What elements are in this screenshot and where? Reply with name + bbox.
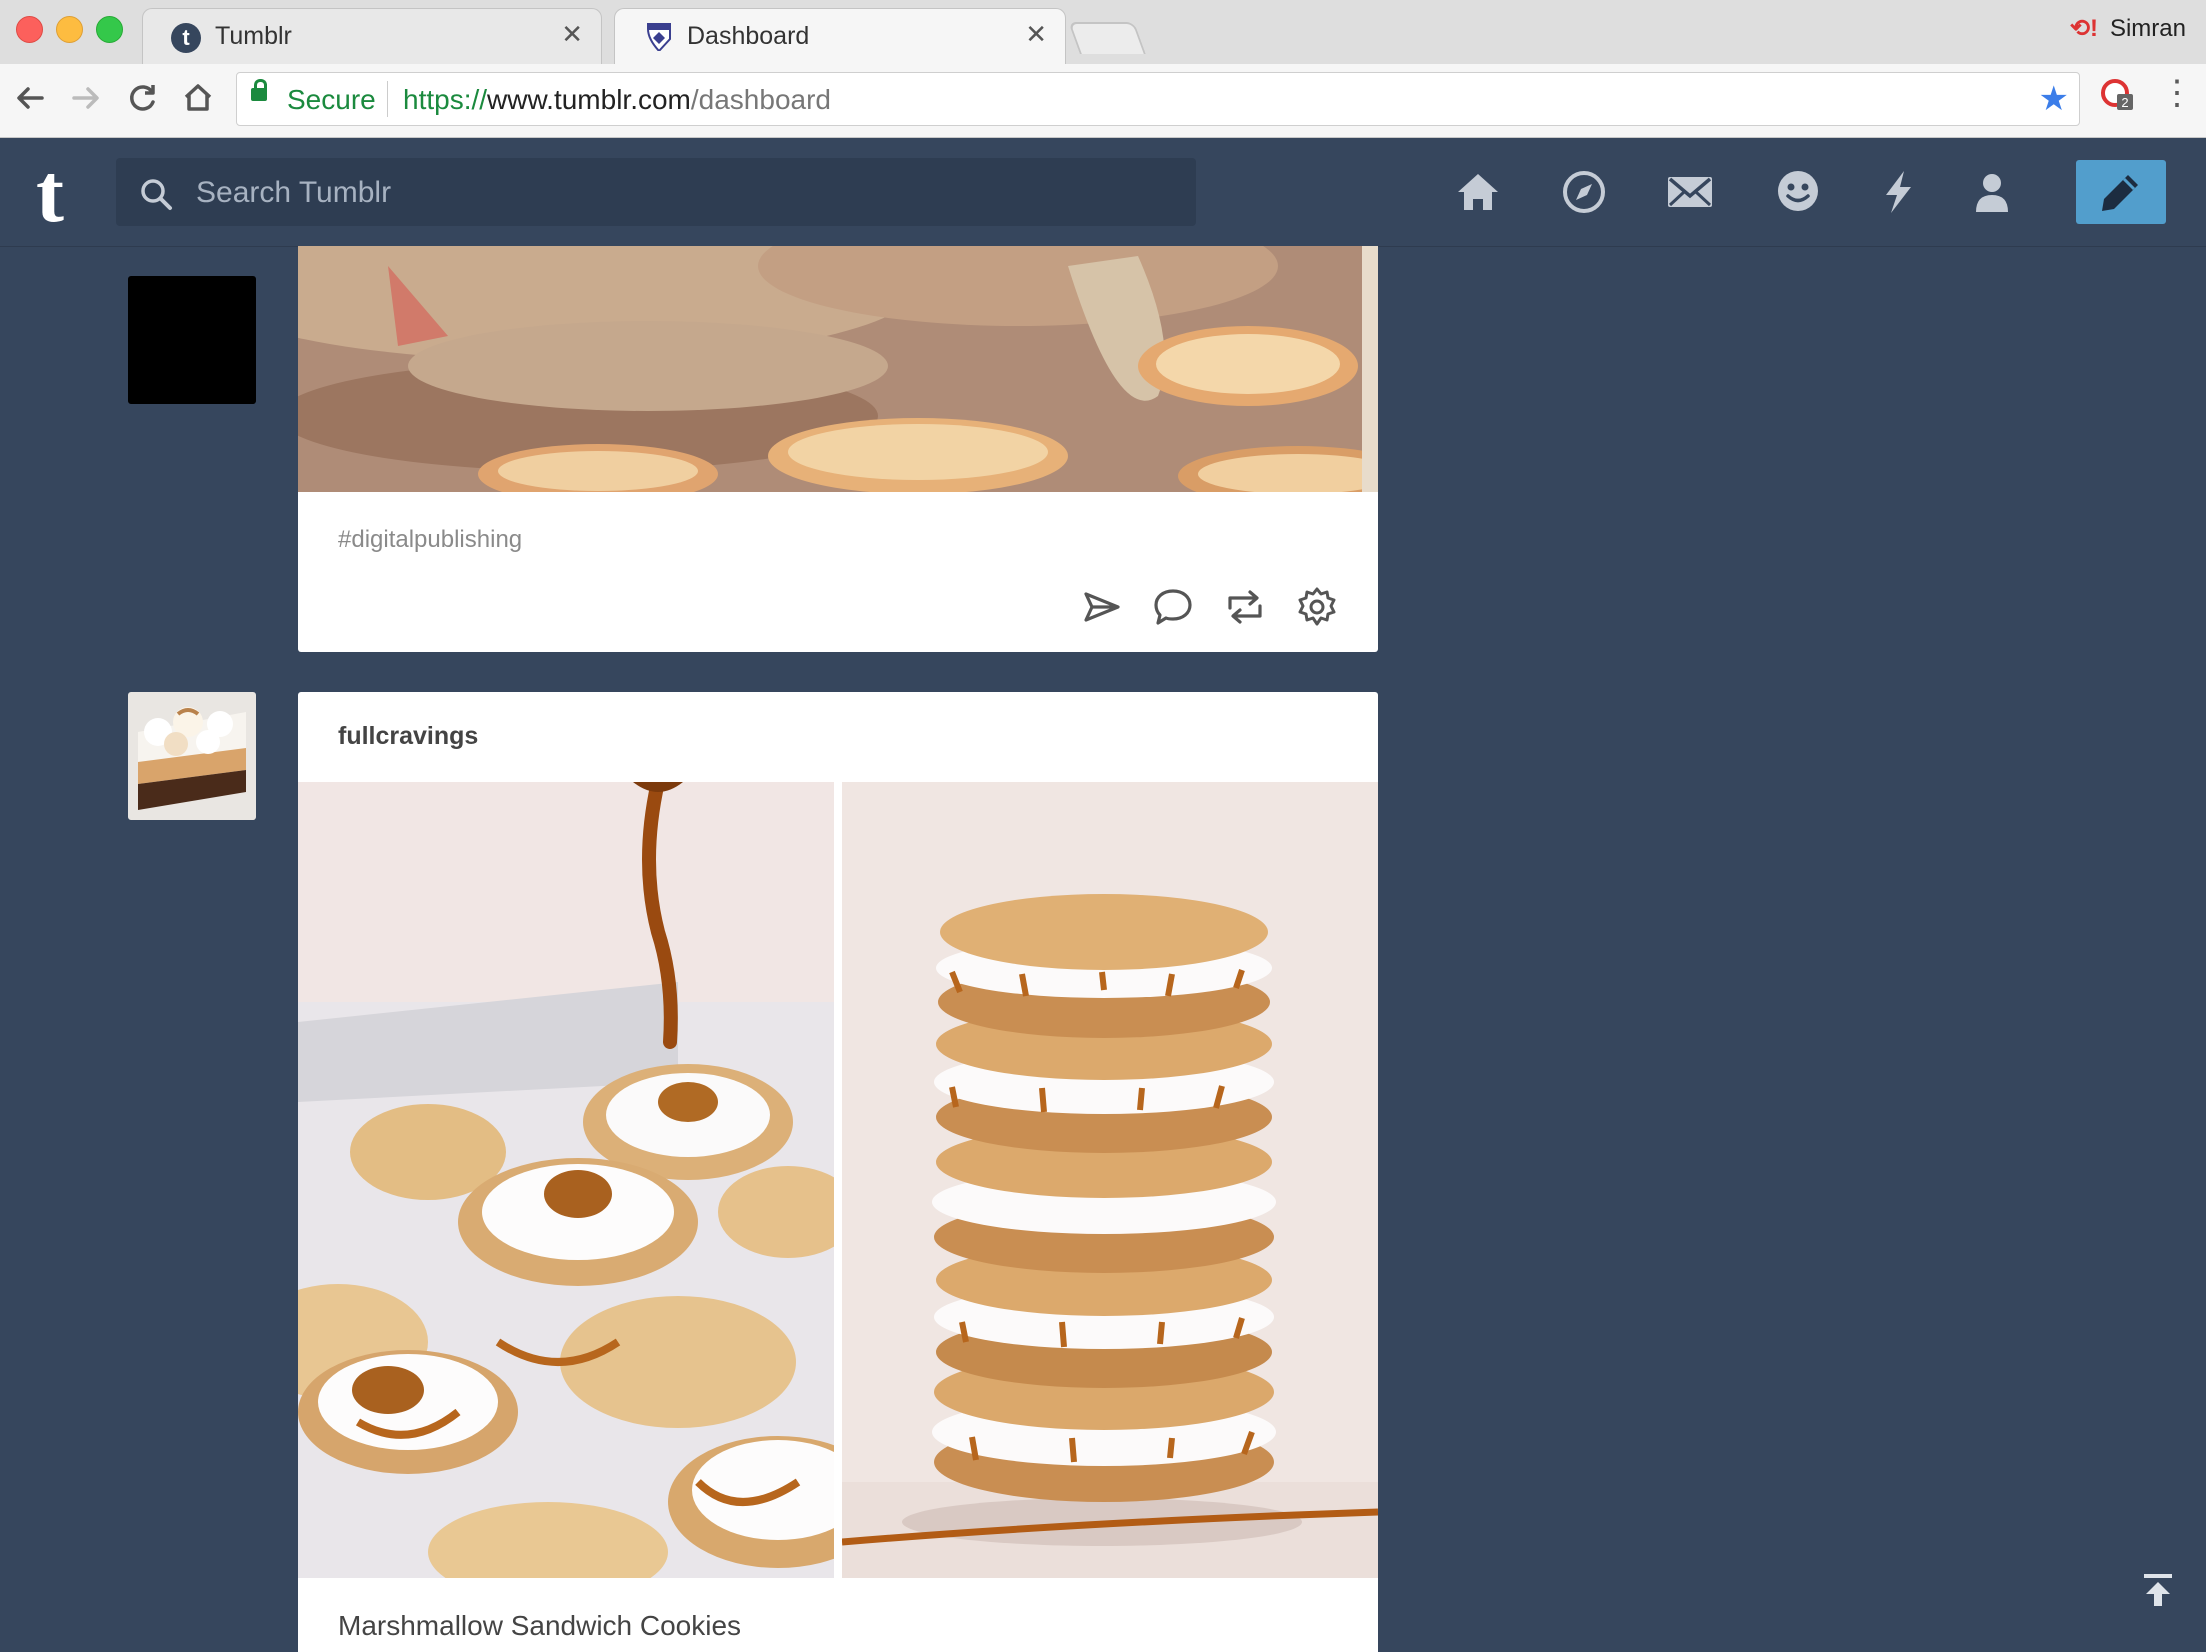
tab-title: Dashboard [687, 22, 810, 50]
account-icon[interactable] [1968, 168, 2016, 216]
tab-title: Tumblr [215, 22, 292, 50]
post-card: fullcravings Marshmallow Sandwich Cookie… [298, 692, 1378, 1652]
security-label: Secure [287, 84, 376, 115]
explore-icon[interactable] [1560, 168, 1608, 216]
back-arrow-icon [17, 87, 44, 109]
post-actions [1080, 586, 1338, 628]
scroll-to-top-icon[interactable] [2140, 1570, 2176, 1610]
avatar[interactable] [128, 692, 256, 820]
new-tab-button[interactable] [1068, 22, 1146, 54]
tumblr-header: t [0, 138, 2206, 247]
tab-close-icon[interactable]: ✕ [561, 19, 583, 50]
url-text: https://www.tumblr.com/dashboard [403, 84, 831, 115]
reblog-icon[interactable] [1224, 586, 1266, 628]
messaging-icon[interactable] [1774, 168, 1822, 216]
bookmark-star-icon[interactable]: ★ [2039, 79, 2069, 119]
svg-text:2: 2 [2121, 95, 2128, 110]
share-icon[interactable] [1080, 586, 1122, 628]
minimize-window-button[interactable] [56, 16, 83, 43]
home-icon[interactable] [1454, 168, 1502, 216]
lock-icon [251, 79, 267, 101]
forward-button[interactable] [66, 78, 106, 118]
profile-name: Simran [2109, 14, 2186, 42]
pencil-icon [2102, 175, 2138, 211]
extension-icon[interactable]: 2 [2100, 78, 2134, 112]
tab-dashboard[interactable]: Dashboard ✕ [614, 8, 1066, 64]
avatar[interactable] [128, 276, 256, 404]
tumblr-logo[interactable]: t [36, 152, 80, 236]
inbox-icon[interactable] [1666, 168, 1714, 216]
search-box [116, 158, 1196, 226]
back-button[interactable] [10, 78, 50, 118]
post-caption: Marshmallow Sandwich Cookies [338, 1610, 742, 1641]
browser-toolbar: Secure https://www.tumblr.com/dashboard … [0, 64, 2206, 138]
home-outline-icon [184, 84, 212, 111]
crest-favicon-icon [646, 23, 671, 51]
reload-button[interactable] [122, 78, 162, 118]
avatar-image [128, 692, 256, 820]
reply-icon[interactable] [1152, 586, 1194, 628]
post-photo[interactable] [298, 246, 1378, 492]
post-tag[interactable]: #digitalpublishing [338, 526, 522, 554]
tumblr-favicon-icon: t [171, 23, 201, 53]
activity-icon[interactable] [1874, 168, 1922, 216]
browser-menu-icon[interactable]: ⋮ [2160, 76, 2194, 110]
fullscreen-window-button[interactable] [96, 16, 123, 43]
reload-icon [130, 85, 155, 111]
sync-error-icon: ⟲! [2069, 15, 2098, 42]
forward-arrow-icon [72, 87, 99, 109]
tab-close-icon[interactable]: ✕ [1025, 19, 1047, 50]
tab-strip: t Tumblr ✕ Dashboard ✕ ⟲! Simran [0, 0, 2206, 64]
separator [387, 81, 388, 117]
close-window-button[interactable] [16, 16, 43, 43]
home-button[interactable] [178, 78, 218, 118]
address-bar[interactable]: Secure https://www.tumblr.com/dashboard … [236, 72, 2080, 126]
post-photo[interactable] [842, 782, 1378, 1578]
search-icon [141, 179, 172, 210]
browser-chrome: t Tumblr ✕ Dashboard ✕ ⟲! Simran Secure … [0, 0, 2206, 138]
search-input[interactable] [194, 172, 1098, 214]
settings-icon[interactable] [1296, 586, 1338, 628]
profile-button[interactable]: ⟲! Simran [2070, 14, 2186, 43]
post-card: #digitalpublishing [298, 246, 1378, 652]
blog-name[interactable]: fullcravings [338, 722, 478, 751]
tab-tumblr[interactable]: t Tumblr ✕ [142, 8, 602, 64]
compose-button[interactable] [2076, 160, 2166, 224]
post-photo[interactable] [298, 782, 834, 1578]
